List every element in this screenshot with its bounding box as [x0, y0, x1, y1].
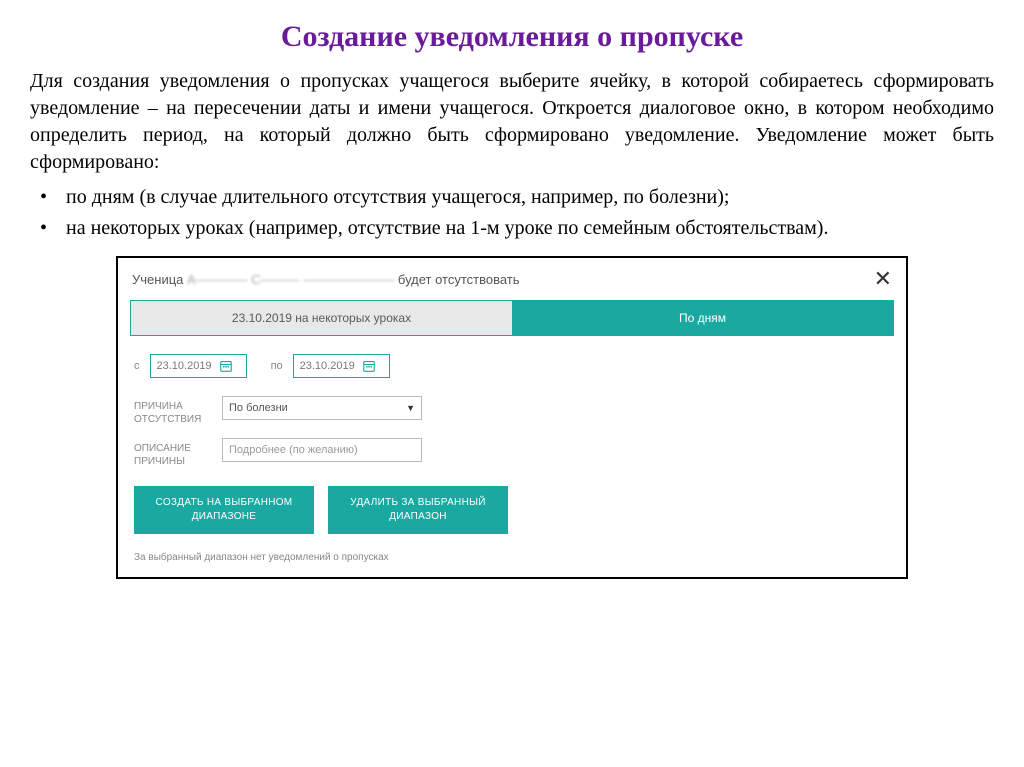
date-to-label: по: [271, 360, 283, 372]
bullet-list: по дням (в случае длительного отсутствия…: [30, 184, 994, 242]
tabs: 23.10.2019 на некоторых уроках По дням: [130, 300, 894, 336]
calendar-icon[interactable]: [363, 360, 375, 372]
dialog-title-name: А———— С——— ———————: [187, 272, 394, 287]
dialog-header: Ученица А———— С——— ——————— будет отсутст…: [118, 258, 906, 300]
dialog-title-prefix: Ученица: [132, 272, 187, 287]
calendar-icon[interactable]: [220, 360, 232, 372]
description-input[interactable]: Подробнее (по желанию): [222, 438, 422, 462]
dialog-title-suffix: будет отсутствовать: [394, 272, 519, 287]
reason-label: ПРИЧИНА ОТСУТСТВИЯ: [134, 396, 212, 426]
description-row: ОПИСАНИЕ ПРИЧИНЫ Подробнее (по желанию): [134, 438, 890, 468]
reason-select[interactable]: По болезни ▼: [222, 396, 422, 420]
description-placeholder: Подробнее (по желанию): [229, 444, 358, 456]
bullet-item: по дням (в случае длительного отсутствия…: [30, 184, 994, 211]
create-button[interactable]: СОЗДАТЬ НА ВЫБРАННОМ ДИАПАЗОНЕ: [134, 486, 314, 534]
date-to-input[interactable]: 23.10.2019: [293, 354, 390, 378]
dialog-title: Ученица А———— С——— ——————— будет отсутст…: [132, 272, 520, 287]
date-from-value: 23.10.2019: [157, 360, 212, 372]
date-to-value: 23.10.2019: [300, 360, 355, 372]
date-range-row: с 23.10.2019 по 23.10.2019: [134, 354, 890, 378]
footer-note: За выбранный диапазон нет уведомлений о …: [118, 552, 906, 577]
delete-button[interactable]: УДАЛИТЬ ЗА ВЫБРАННЫЙ ДИАПАЗОН: [328, 486, 508, 534]
tab-some-lessons[interactable]: 23.10.2019 на некоторых уроках: [131, 301, 512, 335]
form-body: с 23.10.2019 по 23.10.2019 ПРИЧИНА ОТСУТ…: [118, 336, 906, 552]
dialog-screenshot: Ученица А———— С——— ——————— будет отсутст…: [116, 256, 908, 579]
button-row: СОЗДАТЬ НА ВЫБРАННОМ ДИАПАЗОНЕ УДАЛИТЬ З…: [134, 486, 890, 534]
date-from-label: с: [134, 360, 140, 372]
close-icon[interactable]: ✕: [874, 268, 892, 290]
bullet-item: на некоторых уроках (например, отсутстви…: [30, 215, 994, 242]
reason-row: ПРИЧИНА ОТСУТСТВИЯ По болезни ▼: [134, 396, 890, 426]
reason-value: По болезни: [229, 402, 288, 414]
chevron-down-icon: ▼: [406, 403, 415, 413]
description-label: ОПИСАНИЕ ПРИЧИНЫ: [134, 438, 212, 468]
date-from-input[interactable]: 23.10.2019: [150, 354, 247, 378]
intro-paragraph: Для создания уведомления о пропусках уча…: [30, 68, 994, 176]
page-title: Создание уведомления о пропуске: [30, 20, 994, 54]
tab-by-days[interactable]: По дням: [512, 301, 893, 335]
